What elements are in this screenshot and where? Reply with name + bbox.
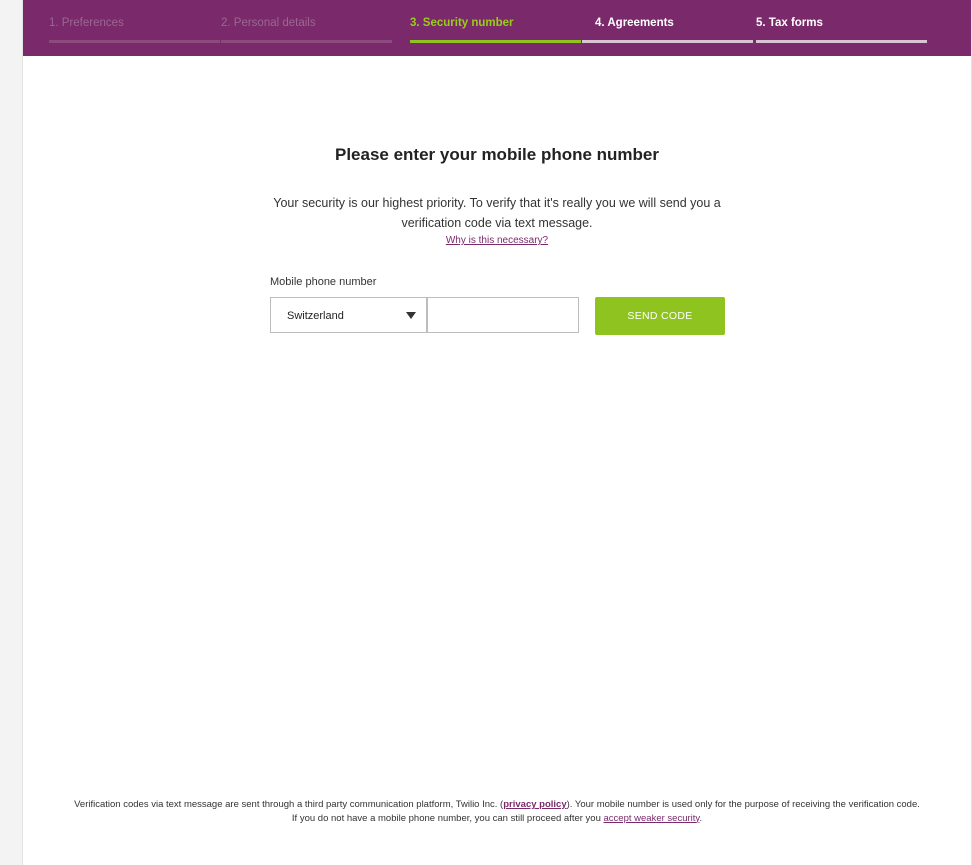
accept-weaker-security-link[interactable]: accept weaker security [604,813,700,824]
footer-line-weaker-security: If you do not have a mobile phone number… [23,812,971,826]
page-title: Please enter your mobile phone number [334,145,660,164]
privacy-policy-link[interactable]: privacy policy [503,799,566,810]
step-progress-bar [410,40,581,43]
footer-notice: Verification codes via text message are … [23,798,971,825]
step-label: 1. Preferences [49,17,124,29]
progress-stepper: 1. Preferences 2. Personal details 3. Se… [23,0,971,56]
step-security-number[interactable]: 3. Security number [410,0,581,44]
step-personal-details[interactable]: 2. Personal details [221,0,392,44]
footer-text: ). Your mobile number is used only for t… [566,799,920,810]
step-progress-bar [221,40,392,43]
footer-text: Verification codes via text message are … [74,799,504,810]
mobile-phone-label: Mobile phone number [270,276,377,288]
step-progress-bar [582,40,753,43]
step-progress-bar [49,40,220,43]
send-code-button[interactable]: SEND CODE [595,297,725,335]
intro-text: Your security is our highest priority. T… [273,196,721,230]
step-label: 4. Agreements [595,17,674,29]
country-select[interactable]: Switzerland [270,297,427,333]
phone-number-input[interactable] [427,297,579,333]
footer-text: . [699,812,703,824]
step-tax-forms[interactable]: 5. Tax forms [756,0,927,44]
caret-down-icon [406,312,416,319]
step-progress-bar [756,40,927,43]
step-agreements[interactable]: 4. Agreements [582,0,753,44]
footer-text: If you do not have a mobile phone number… [291,812,604,824]
step-label: 5. Tax forms [756,17,823,29]
registration-panel: 1. Preferences 2. Personal details 3. Se… [22,0,972,865]
why-necessary-link[interactable]: Why is this necessary? [23,235,971,246]
footer-line-twilio: Verification codes via text message are … [23,798,971,812]
step-preferences[interactable]: 1. Preferences [49,0,220,44]
step-label: 3. Security number [410,17,514,29]
step-label: 2. Personal details [221,17,316,29]
country-select-value: Switzerland [287,310,344,322]
